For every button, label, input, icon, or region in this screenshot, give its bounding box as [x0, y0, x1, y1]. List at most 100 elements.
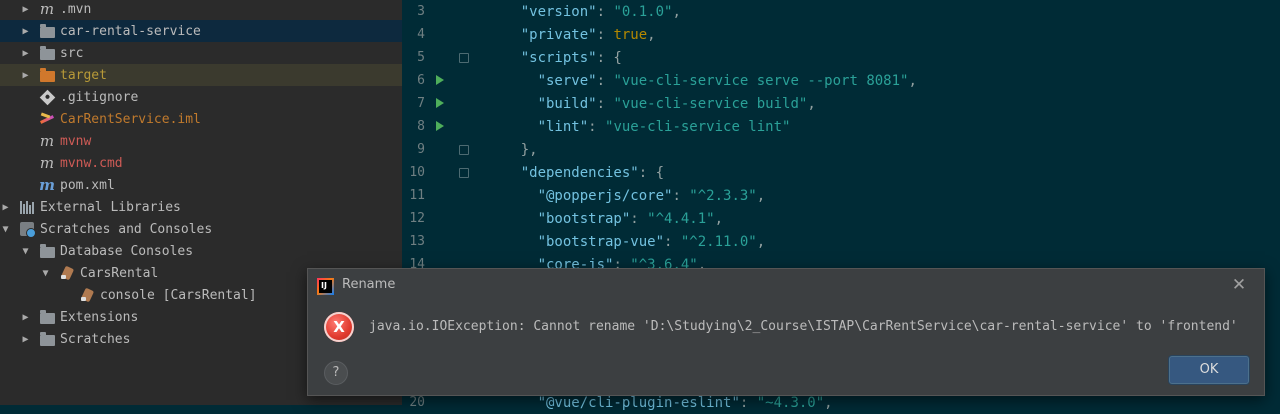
code-token: "@popperjs/core" [537, 187, 673, 204]
tree-item-label: console [CarsRental] [100, 287, 257, 303]
tree-item[interactable]: ▶ target [0, 64, 402, 86]
code-token: , [824, 394, 833, 411]
code-text: "dependencies": { [487, 165, 664, 181]
chevron-right-icon[interactable]: ▶ [20, 26, 31, 37]
tree-item-label: Database Consoles [60, 243, 194, 259]
rename-dialog: IJ Rename ✕ X java.io.IOException: Canno… [307, 268, 1265, 396]
code-line[interactable]: 9 }, [402, 138, 1280, 161]
ok-button[interactable]: OK [1169, 356, 1249, 384]
code-token: : { [596, 49, 622, 66]
fold-icon[interactable] [459, 145, 469, 155]
code-token: , [756, 233, 766, 250]
code-line[interactable]: 10 "dependencies": { [402, 161, 1280, 184]
code-line[interactable]: 13 "bootstrap-vue": "^2.11.0", [402, 230, 1280, 253]
code-line[interactable]: 11 "@popperjs/core": "^2.3.3", [402, 184, 1280, 207]
line-number: 20 [409, 395, 425, 410]
database-console-icon [79, 287, 95, 303]
tree-item[interactable]: ▶mmvnw.cmd [0, 152, 402, 174]
tree-item[interactable]: ▶ External Libraries [0, 196, 402, 218]
editor-gutter [425, 0, 487, 23]
editor-gutter [425, 46, 487, 69]
line-number: 13 [409, 234, 425, 249]
tree-item-label: mvnw.cmd [60, 155, 123, 171]
line-number: 5 [417, 50, 425, 65]
dialog-title-bar[interactable]: IJ Rename ✕ [308, 269, 1264, 303]
code-token: : [596, 26, 614, 43]
help-button[interactable]: ? [324, 361, 348, 385]
dialog-title: Rename [342, 277, 396, 292]
libraries-icon [19, 199, 35, 215]
tree-item[interactable]: ▶CarRentService.iml [0, 108, 402, 130]
tree-item[interactable]: ▼ Scratches and Consoles [0, 218, 402, 240]
chevron-down-icon[interactable]: ▼ [20, 246, 31, 257]
code-line[interactable]: 6 "serve": "vue-cli-service serve --port… [402, 69, 1280, 92]
tree-item-label: pom.xml [60, 177, 115, 193]
code-token: "build" [537, 95, 597, 112]
code-line[interactable]: 3 "version": "0.1.0", [402, 0, 1280, 23]
code-token: : [630, 210, 648, 227]
editor-gutter [425, 115, 487, 138]
code-token: "vue-cli-service serve --port 8081" [613, 72, 909, 89]
chevron-right-icon[interactable]: ▶ [0, 202, 11, 213]
tree-item[interactable]: ▶ car-rental-service [0, 20, 402, 42]
line-number: 10 [409, 165, 425, 180]
chevron-right-icon[interactable]: ▶ [20, 70, 31, 81]
tree-item[interactable]: ▼ Database Consoles [0, 240, 402, 262]
maven-file-icon: m [39, 154, 55, 172]
chevron-right-icon[interactable]: ▶ [20, 4, 31, 15]
code-line[interactable]: 8 "lint": "vue-cli-service lint" [402, 115, 1280, 138]
chevron-down-icon[interactable]: ▼ [40, 268, 51, 279]
code-text: "version": "0.1.0", [487, 4, 681, 20]
run-script-icon[interactable] [436, 121, 444, 131]
tree-item-label: Scratches [60, 331, 131, 347]
code-token: , [672, 3, 681, 20]
code-token: "@vue/cli-plugin-eslint" [537, 394, 740, 411]
fold-icon[interactable] [459, 168, 469, 178]
code-line[interactable]: 4 "private": true, [402, 23, 1280, 46]
code-text: "build": "vue-cli-service build", [487, 96, 816, 112]
code-token: "bootstrap" [537, 210, 631, 227]
fold-icon[interactable] [459, 53, 469, 63]
code-line[interactable]: 7 "build": "vue-cli-service build", [402, 92, 1280, 115]
chevron-right-icon[interactable]: ▶ [20, 312, 31, 323]
line-number: 9 [417, 142, 425, 157]
code-token: "serve" [537, 72, 597, 89]
code-text: "private": true, [487, 27, 656, 43]
run-script-icon[interactable] [436, 98, 444, 108]
tree-item[interactable]: ▶mmvnw [0, 130, 402, 152]
code-token: : [588, 118, 606, 135]
code-text: "@popperjs/core": "^2.3.3", [487, 187, 766, 204]
code-token: : { [638, 164, 665, 181]
code-token: : [664, 233, 681, 250]
close-icon[interactable]: ✕ [1230, 276, 1248, 294]
tree-item-label: target [60, 67, 107, 83]
tree-item[interactable]: ▶.gitignore [0, 86, 402, 108]
code-line[interactable]: 12 "bootstrap": "^4.4.1", [402, 207, 1280, 230]
code-token: "^2.11.0" [680, 233, 757, 250]
line-number: 6 [417, 73, 425, 88]
line-number: 8 [417, 119, 425, 134]
intellij-logo-icon: IJ [317, 278, 334, 295]
line-number: 3 [417, 4, 425, 19]
tree-item[interactable]: ▶mpom.xml [0, 174, 402, 196]
maven-file-icon: m [39, 132, 55, 150]
code-line[interactable]: 5 "scripts": { [402, 46, 1280, 69]
code-text: "scripts": { [487, 50, 622, 66]
folder-icon [39, 331, 55, 347]
code-text: "lint": "vue-cli-service lint" [487, 118, 791, 135]
run-script-icon[interactable] [436, 75, 444, 85]
excluded-folder-icon [39, 67, 55, 83]
code-token: : [596, 72, 614, 89]
chevron-right-icon[interactable]: ▶ [20, 334, 31, 345]
tree-item[interactable]: ▶ m .mvn [0, 0, 402, 20]
chevron-right-icon[interactable]: ▶ [20, 48, 31, 59]
code-token: , [807, 95, 816, 112]
tree-item[interactable]: ▶ src [0, 42, 402, 64]
editor-gutter [425, 161, 487, 184]
chevron-down-icon[interactable]: ▼ [0, 224, 11, 235]
